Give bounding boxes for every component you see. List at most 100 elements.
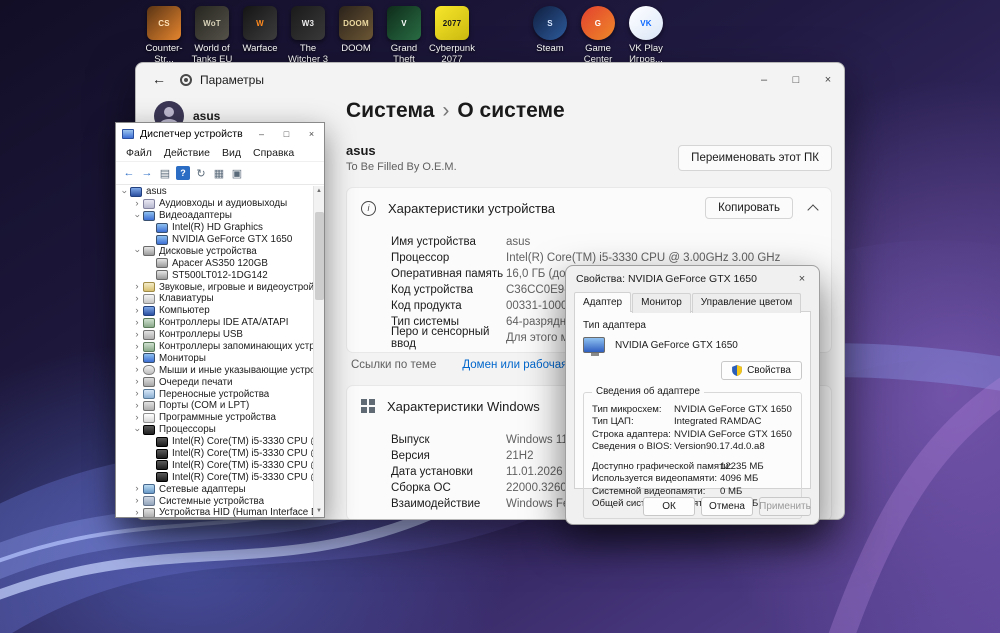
expander-chevron-icon[interactable]: › [132, 412, 142, 423]
tree-item[interactable]: › Звуковые, игровые и видеоустройства [116, 281, 313, 293]
tree-item[interactable]: Intel(R) Core(TM) i5-3330 CPU @ 3.00GHz [116, 459, 313, 471]
expander-chevron-icon[interactable]: › [132, 484, 142, 494]
help-icon[interactable]: ? [176, 166, 190, 180]
tree-item[interactable]: › Клавиатуры [116, 293, 313, 305]
tree-item[interactable]: › Устройства HID (Human Interface Device… [116, 507, 313, 517]
tree-item[interactable]: ST500LT012-1DG142 [116, 269, 313, 281]
back-icon[interactable]: ← [120, 165, 138, 182]
tree-item[interactable]: › Контроллеры USB [116, 329, 313, 341]
copy-button[interactable]: Копировать [705, 197, 793, 219]
device-specs-header[interactable]: Характеристики устройства Копировать [347, 188, 831, 228]
chevron-up-icon[interactable] [807, 204, 819, 216]
maximize-button[interactable]: □ [780, 63, 812, 97]
menu-item[interactable]: Файл [120, 147, 158, 159]
expander-chevron-icon[interactable]: › [132, 305, 142, 316]
minimize-button[interactable]: – [748, 63, 780, 97]
tree-item[interactable]: › Очереди печати [116, 376, 313, 388]
tree-item[interactable]: › Переносные устройства [116, 388, 313, 400]
tree-item[interactable]: › Контроллеры запоминающих устройств [116, 341, 313, 353]
tree-item[interactable]: Intel(R) Core(TM) i5-3330 CPU @ 3.00GHz [116, 436, 313, 448]
close-button[interactable]: × [785, 266, 819, 292]
expander-chevron-icon[interactable]: › [132, 353, 142, 363]
dialog-tab[interactable]: Адаптер [574, 292, 632, 312]
forward-icon[interactable]: → [138, 165, 156, 182]
device-icon [143, 293, 155, 304]
device-icon [143, 198, 155, 209]
cancel-button[interactable]: Отмена [701, 497, 753, 516]
tree-item[interactable]: Intel(R) Core(TM) i5-3330 CPU @ 3.00GHz [116, 448, 313, 460]
back-button[interactable]: ← [152, 71, 166, 87]
expander-chevron-icon[interactable]: › [132, 246, 143, 256]
breadcrumb-section[interactable]: Система [346, 99, 434, 122]
apply-button[interactable]: Применить [759, 497, 811, 516]
icon-vk-play[interactable]: VK VK Play Игров... [622, 6, 670, 65]
settings-titlebar[interactable]: ← Параметры – □ × [136, 63, 844, 97]
tree-item[interactable]: › Мыши и иные указывающие устройства [116, 364, 313, 376]
tree-item[interactable]: Intel(R) HD Graphics [116, 222, 313, 234]
properties-icon[interactable]: ▣ [228, 165, 246, 182]
refresh-icon[interactable]: ↻ [192, 165, 210, 182]
device-icon [143, 412, 155, 423]
tree-item[interactable]: › Программные устройства [116, 412, 313, 424]
list-icon[interactable]: ▤ [156, 165, 174, 182]
expander-chevron-icon[interactable]: › [132, 496, 142, 506]
expander-chevron-icon[interactable]: › [132, 507, 142, 517]
expander-chevron-icon[interactable]: › [132, 198, 142, 209]
expander-chevron-icon[interactable]: › [132, 317, 142, 328]
tree-item[interactable]: › Процессоры [116, 424, 313, 436]
expander-chevron-icon[interactable]: › [132, 211, 143, 221]
tree-item[interactable]: › Аудиовходы и аудиовыходы [116, 198, 313, 210]
adapter-info-rows: Тип микросхем: NVIDIA GeForce GTX 1650 Т… [592, 403, 793, 453]
menu-item[interactable]: Справка [247, 147, 300, 159]
scrollbar-thumb[interactable] [315, 212, 324, 300]
tree-item[interactable]: › Сетевые адаптеры [116, 483, 313, 495]
icon-steam[interactable]: S Steam [526, 6, 574, 65]
expander-chevron-icon[interactable]: › [132, 389, 142, 399]
tree-item[interactable]: › asus [116, 186, 313, 198]
info-label: Тип микросхем: [592, 403, 662, 415]
menu-item[interactable]: Действие [158, 147, 216, 159]
expander-chevron-icon[interactable]: › [132, 293, 142, 304]
ok-button[interactable]: ОК [643, 497, 695, 516]
expander-chevron-icon[interactable]: › [132, 425, 143, 435]
app-icon-glyph: DOOM [343, 18, 369, 28]
expander-chevron-icon[interactable]: › [119, 187, 130, 197]
expander-chevron-icon[interactable]: › [132, 400, 142, 411]
device-icon [143, 246, 155, 257]
tree-item[interactable]: › Дисковые устройства [116, 245, 313, 257]
expander-chevron-icon[interactable]: › [132, 329, 142, 340]
tree-item[interactable]: › Мониторы [116, 352, 313, 364]
scroll-up-icon[interactable] [314, 186, 324, 197]
maximize-button[interactable]: □ [274, 123, 299, 145]
tree-item-label: Звуковые, игровые и видеоустройства [159, 281, 313, 293]
icon-game-center[interactable]: G Game Center [574, 6, 622, 65]
spec-label: Сборка ОС [391, 482, 451, 494]
adapter-properties-button[interactable]: Свойства [721, 361, 802, 380]
expander-chevron-icon[interactable]: › [132, 377, 142, 387]
tree-item[interactable]: Apacer AS350 120GB [116, 257, 313, 269]
windows-grid-icon [361, 399, 375, 413]
expander-chevron-icon[interactable]: › [132, 365, 142, 375]
dialog-titlebar[interactable]: Свойства: NVIDIA GeForce GTX 1650 × [566, 266, 819, 292]
tree-item[interactable]: › Порты (COM и LPT) [116, 400, 313, 412]
close-button[interactable]: × [299, 123, 324, 145]
tree-item[interactable]: NVIDIA GeForce GTX 1650 [116, 234, 313, 246]
dialog-tab[interactable]: Монитор [632, 293, 691, 313]
app-icon-glyph: W [256, 18, 264, 28]
expander-chevron-icon[interactable]: › [132, 341, 142, 352]
tree-item[interactable]: Intel(R) Core(TM) i5-3330 CPU @ 3.00GHz [116, 471, 313, 483]
scrollbar[interactable] [313, 186, 324, 517]
close-button[interactable]: × [812, 63, 844, 97]
tree-item[interactable]: › Компьютер [116, 305, 313, 317]
minimize-button[interactable]: – [249, 123, 274, 145]
tree-item[interactable]: › Контроллеры IDE ATA/ATAPI [116, 317, 313, 329]
menu-item[interactable]: Вид [216, 147, 247, 159]
dialog-tab[interactable]: Управление цветом [691, 293, 802, 313]
rename-pc-button[interactable]: Переименовать этот ПК [678, 145, 832, 171]
device-manager-titlebar[interactable]: Диспетчер устройств – □ × [116, 123, 324, 145]
tree-item[interactable]: › Системные устройства [116, 495, 313, 507]
scroll-down-icon[interactable] [314, 506, 324, 517]
scan-icon[interactable]: ▦ [210, 165, 228, 182]
tree-item[interactable]: › Видеоадаптеры [116, 210, 313, 222]
expander-chevron-icon[interactable]: › [132, 282, 142, 292]
